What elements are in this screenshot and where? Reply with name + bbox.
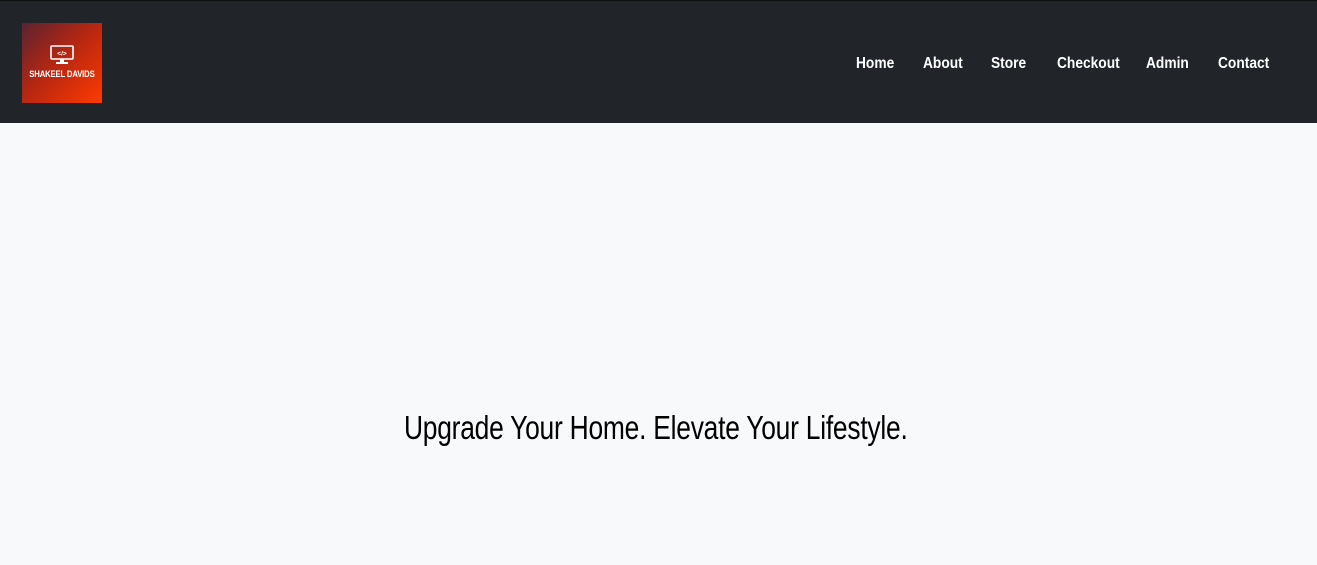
main-nav: Home About Store Checkout Admin Contact [0, 53, 1317, 75]
nav-admin[interactable]: Admin [1146, 53, 1189, 75]
navbar: </> SHAKEEL DAVIDS Home About Store Chec… [0, 0, 1317, 123]
nav-checkout[interactable]: Checkout [1057, 53, 1120, 75]
hero-section: Upgrade Your Home. Elevate Your Lifestyl… [0, 123, 1317, 565]
nav-home[interactable]: Home [856, 53, 894, 75]
nav-contact[interactable]: Contact [1218, 53, 1269, 75]
hero-title-text: Upgrade Your Home. Elevate Your Lifestyl… [404, 409, 908, 446]
hero-title: Upgrade Your Home. Elevate Your Lifestyl… [0, 406, 1312, 450]
nav-store[interactable]: Store [991, 53, 1026, 75]
nav-about[interactable]: About [923, 53, 963, 75]
